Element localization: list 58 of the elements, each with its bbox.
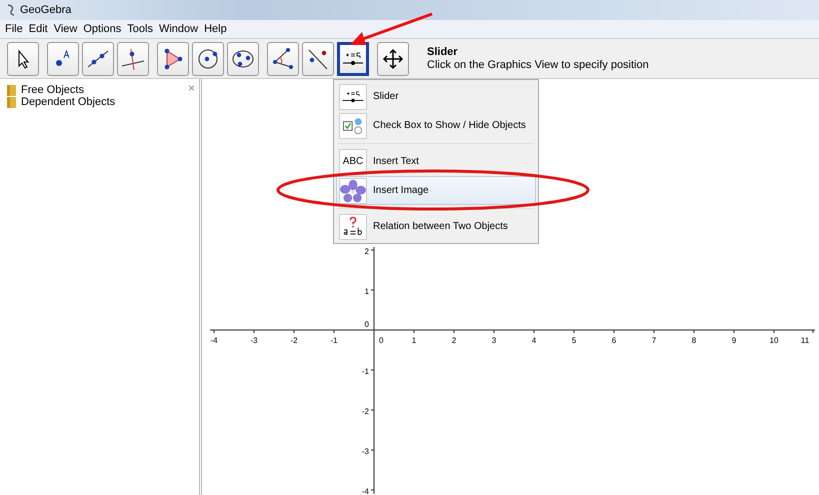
tree-item[interactable]: Dependent Objects bbox=[21, 96, 116, 108]
geometry-icon bbox=[270, 46, 296, 72]
window-title: GeoGebra bbox=[20, 4, 72, 16]
axis-label: 1 bbox=[364, 287, 369, 296]
menu-item[interactable]: Slider bbox=[336, 82, 536, 111]
tool-button[interactable] bbox=[192, 42, 224, 76]
menu-item[interactable]: Tools bbox=[124, 23, 156, 35]
tool-button[interactable] bbox=[302, 42, 334, 76]
tool-button[interactable] bbox=[47, 42, 79, 76]
folder-icon bbox=[7, 84, 16, 96]
axis-label: 2 bbox=[364, 247, 369, 256]
tool-button[interactable] bbox=[267, 42, 299, 76]
axis-label: 0 bbox=[379, 336, 384, 345]
axis-label: 1 bbox=[412, 336, 416, 345]
tool-button[interactable] bbox=[227, 42, 259, 76]
menu-item[interactable]: View bbox=[50, 23, 80, 35]
axis-label: 2 bbox=[452, 336, 456, 345]
axis-label: -3 bbox=[362, 447, 369, 456]
axis-label: -4 bbox=[362, 487, 369, 494]
folder-icon bbox=[7, 96, 16, 108]
axis-label: 11 bbox=[800, 336, 810, 345]
axis-label: -3 bbox=[250, 336, 258, 345]
axis-label: -2 bbox=[362, 407, 369, 416]
axis-label: 3 bbox=[492, 336, 496, 345]
tool-name: Slider bbox=[427, 46, 459, 58]
close-button[interactable]: × bbox=[188, 81, 195, 95]
axis-label: 0 bbox=[364, 320, 369, 329]
tool-button[interactable] bbox=[7, 42, 39, 76]
axis-label: -2 bbox=[290, 336, 298, 345]
tool-button[interactable] bbox=[117, 42, 149, 76]
text-icon: ABC bbox=[342, 156, 364, 167]
menu-item[interactable]: File bbox=[2, 23, 26, 35]
tool-button[interactable] bbox=[82, 42, 114, 76]
axis-label: 7 bbox=[652, 336, 656, 345]
axis-label: -4 bbox=[210, 336, 218, 345]
menu-item[interactable]: Relation between Two Objects bbox=[336, 212, 536, 241]
menu-item[interactable]: Help bbox=[201, 23, 230, 35]
menu-item[interactable]: Insert Image bbox=[336, 176, 536, 205]
axis-label: 4 bbox=[532, 336, 536, 345]
tree-item[interactable]: Free Objects bbox=[21, 84, 84, 96]
tool-button[interactable] bbox=[337, 42, 369, 76]
menu-item[interactable]: ABC Insert Text bbox=[336, 147, 536, 176]
axis-label: 5 bbox=[572, 336, 576, 345]
menu-item[interactable]: Window bbox=[156, 23, 202, 35]
axis-label: -1 bbox=[362, 367, 369, 376]
app-icon bbox=[6, 4, 16, 16]
menu-item[interactable]: Edit bbox=[26, 23, 51, 35]
tool-hint: Click on the Graphics View to specify position bbox=[427, 58, 649, 72]
axis-label: 8 bbox=[692, 336, 696, 345]
tool-button[interactable] bbox=[377, 42, 409, 76]
menu-item[interactable]: Options bbox=[80, 23, 124, 35]
axis-label: 9 bbox=[732, 336, 736, 345]
axis-label: 10 bbox=[770, 336, 778, 345]
flower-icon bbox=[340, 178, 366, 204]
menu-item[interactable]: Check Box to Show / Hide Objects bbox=[336, 111, 536, 140]
axis-label: -1 bbox=[330, 336, 338, 345]
tool-button[interactable] bbox=[157, 42, 189, 76]
axis-label: 6 bbox=[612, 336, 616, 345]
